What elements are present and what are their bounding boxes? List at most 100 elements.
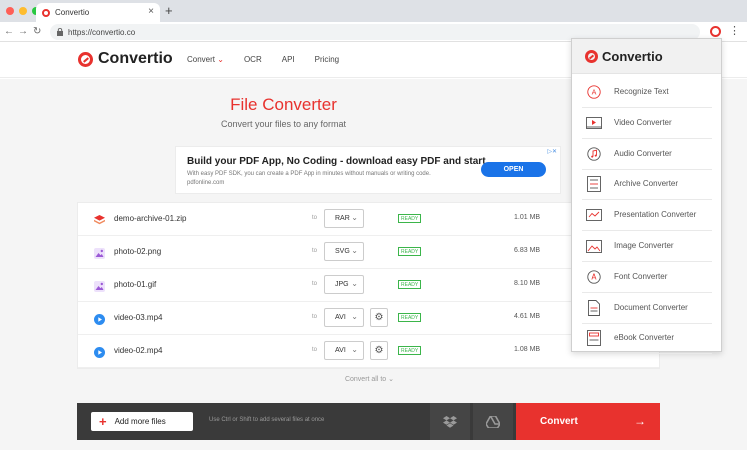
convertio-logo-icon (585, 50, 598, 63)
menu-api[interactable]: API (282, 55, 295, 64)
format-value: AVI (335, 314, 346, 321)
new-tab-button[interactable]: + (165, 4, 173, 17)
popup-item-label: Audio Converter (614, 148, 672, 158)
browser-tab[interactable]: Convertio × (36, 3, 160, 22)
reload-icon[interactable]: ↻ (33, 25, 41, 39)
file-name: video-03.mp4 (114, 313, 163, 322)
archive-icon (586, 176, 602, 193)
status-badge: READY (398, 280, 422, 289)
popup-item-label: eBook Converter (614, 333, 675, 343)
format-value: RAR (335, 215, 350, 222)
popup-item-archive[interactable]: Archive Converter (582, 169, 712, 201)
menu-convert[interactable]: Convert ⌄ (187, 55, 224, 64)
format-select[interactable]: RAR ⌄ (324, 209, 364, 228)
audio-icon (586, 146, 602, 162)
bottom-bar: + Add more files Use Ctrl or Shift to ad… (77, 403, 660, 440)
format-select[interactable]: SVG ⌄ (324, 242, 364, 261)
svg-text:A: A (592, 89, 597, 97)
menu-pricing[interactable]: Pricing (315, 55, 339, 64)
file-size: 8.10 MB (514, 280, 541, 287)
plus-icon: + (99, 414, 107, 429)
favicon-icon (42, 8, 50, 17)
menu-ocr[interactable]: OCR (244, 55, 262, 64)
popup-item-audio[interactable]: Audio Converter (582, 139, 712, 170)
settings-button[interactable]: ⚙ (370, 341, 388, 360)
google-drive-icon (486, 415, 500, 428)
popup-item-font[interactable]: A Font Converter (582, 262, 712, 293)
ad-open-button[interactable]: OPEN (481, 162, 546, 177)
close-window-button[interactable] (6, 7, 14, 15)
popup-item-video[interactable]: Video Converter (582, 108, 712, 139)
main-menu: Convert ⌄ OCR API Pricing (187, 55, 339, 64)
popup-item-ocr[interactable]: A Recognize Text (582, 77, 712, 108)
browser-menu-icon[interactable]: ⋮ (729, 24, 740, 38)
format-select[interactable]: AVI ⌄ (324, 341, 364, 360)
settings-button[interactable]: ⚙ (370, 308, 388, 327)
url-text: https://convertio.co (68, 27, 136, 37)
convert-button[interactable]: Convert → (516, 403, 660, 440)
file-name: photo-01.gif (114, 280, 157, 289)
status-badge: READY (398, 346, 422, 355)
lock-icon (57, 28, 63, 36)
back-icon[interactable]: ← (4, 25, 14, 39)
chevron-down-icon: ⌄ (388, 376, 395, 383)
page-subtitle: Convert your files to any format (220, 119, 347, 129)
chevron-down-icon: ⌄ (351, 246, 358, 255)
dropbox-button[interactable] (430, 403, 470, 440)
popup-item-document[interactable]: Document Converter (582, 293, 712, 324)
arrow-right-icon: → (634, 414, 646, 428)
popup-item-label: Presentation Converter (614, 210, 697, 220)
ad-banner[interactable]: Build your PDF App, No Coding - download… (175, 146, 561, 194)
image-file-icon (94, 279, 105, 292)
popup-item-label: Video Converter (614, 117, 672, 127)
format-value: JPG (335, 281, 349, 288)
file-name: video-02.mp4 (114, 346, 163, 355)
popup-item-presentation[interactable]: Presentation Converter (582, 200, 712, 232)
video-file-icon (94, 345, 105, 358)
forward-icon[interactable]: → (18, 25, 28, 39)
format-value: AVI (335, 347, 346, 354)
video-file-icon (94, 312, 105, 325)
google-drive-button[interactable] (473, 403, 513, 440)
site-logo[interactable]: Convertio (78, 50, 173, 68)
chevron-down-icon: ⌄ (351, 213, 358, 222)
tab-close-icon[interactable]: × (148, 6, 154, 17)
popup-item-ebook[interactable]: eBook Converter (582, 323, 712, 355)
file-size: 1.08 MB (514, 346, 541, 353)
minimize-window-button[interactable] (19, 7, 27, 15)
file-name: demo-archive-01.zip (114, 214, 187, 223)
status-badge: READY (398, 247, 422, 256)
convertio-logo-icon (78, 51, 93, 67)
format-select[interactable]: JPG ⌄ (324, 275, 364, 294)
presentation-icon (586, 207, 602, 223)
to-label: to (312, 215, 318, 221)
gear-icon: ⚙ (374, 345, 384, 356)
convertio-extension-icon[interactable] (710, 26, 721, 37)
popup-item-label: Archive Converter (614, 179, 679, 189)
convert-all-dropdown[interactable]: Convert all to ⌄ (78, 375, 661, 383)
file-size: 6.83 MB (514, 247, 541, 254)
ad-choices-icon[interactable]: ▷✕ (547, 148, 557, 155)
gear-icon: ⚙ (374, 312, 384, 323)
format-select[interactable]: AVI ⌄ (324, 308, 364, 327)
popup-item-image[interactable]: Image Converter (582, 231, 712, 262)
image-file-icon (94, 246, 105, 259)
file-size: 4.61 MB (514, 313, 541, 320)
add-files-hint: Use Ctrl or Shift to add several files a… (209, 417, 325, 423)
popup-brand-name: Convertio (602, 49, 663, 64)
format-value: SVG (335, 248, 350, 255)
to-label: to (312, 347, 318, 353)
convert-label: Convert (540, 416, 578, 427)
window-controls (6, 7, 40, 15)
font-icon: A (586, 269, 602, 285)
brand-name: Convertio (98, 50, 173, 67)
add-more-files-button[interactable]: + Add more files (91, 412, 193, 431)
popup-header: Convertio (572, 39, 721, 74)
ocr-icon: A (586, 84, 602, 100)
chevron-down-icon: ⌄ (351, 279, 358, 288)
ebook-icon (586, 330, 602, 347)
popup-item-label: Recognize Text (614, 87, 669, 96)
popup-logo[interactable]: Convertio (585, 49, 663, 64)
chevron-down-icon: ⌄ (351, 345, 358, 354)
status-badge: READY (398, 313, 422, 322)
